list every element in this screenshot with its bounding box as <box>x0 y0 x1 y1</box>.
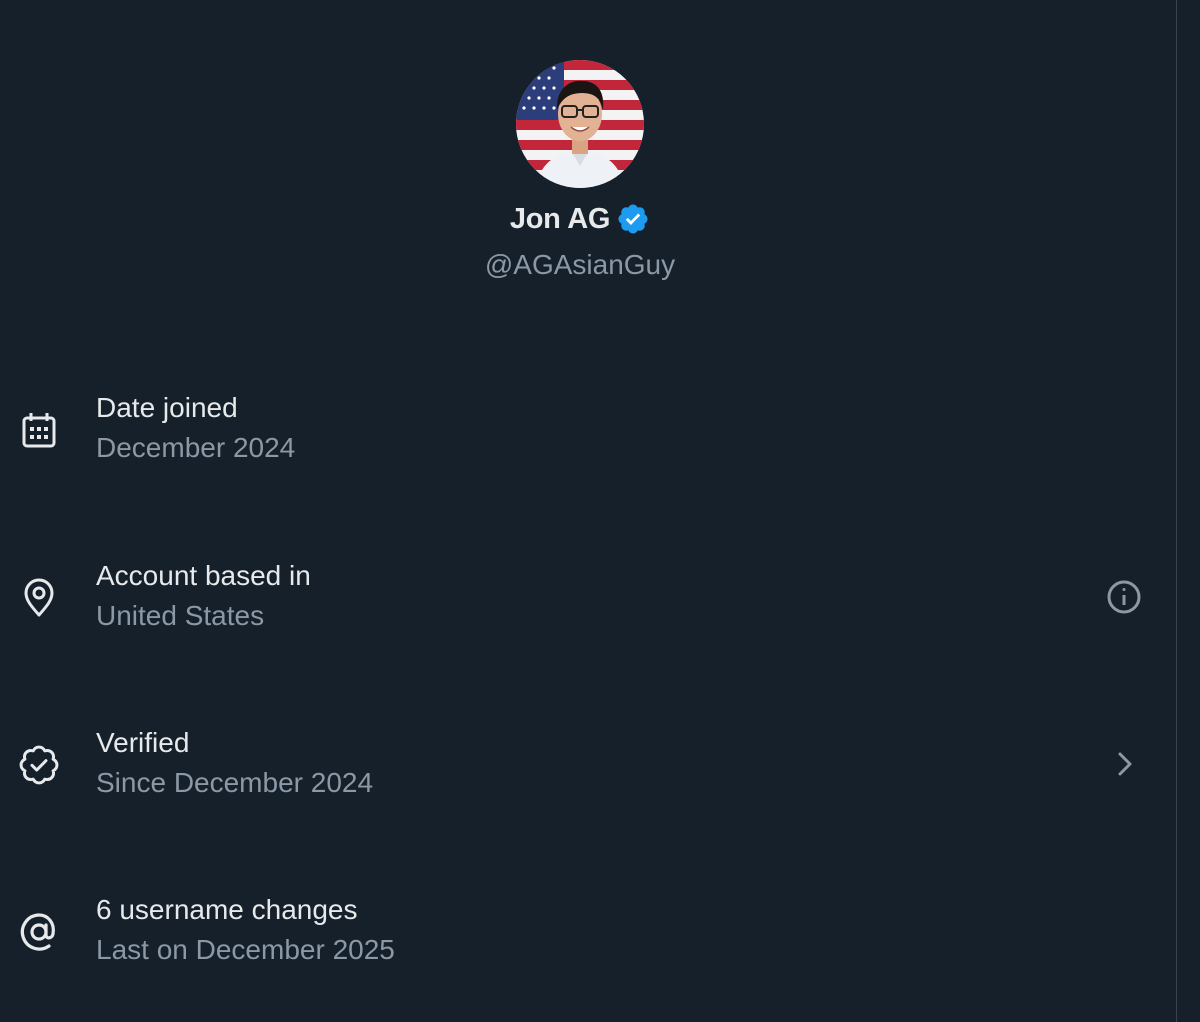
row-title: Verified <box>96 727 190 758</box>
profile-handle: @AGAsianGuy <box>484 249 676 280</box>
display-name: Jon AG <box>509 202 611 235</box>
row-subtitle: Last on December 2025 <box>96 934 395 965</box>
chevron-right-icon[interactable] <box>1104 744 1144 784</box>
about-account-panel: Jon AG @AGAsianGuy Date joined December … <box>0 0 1176 1022</box>
about-row-account-based-in: Account based in United States <box>0 543 1176 653</box>
row-subtitle: Since December 2024 <box>96 767 374 798</box>
calendar-icon <box>18 409 60 451</box>
row-title: Date joined <box>96 392 238 423</box>
about-row-verified[interactable]: Verified Since December 2024 <box>0 710 1176 820</box>
column-divider <box>1176 0 1177 1022</box>
row-subtitle: December 2024 <box>96 432 296 463</box>
profile-avatar[interactable] <box>516 60 644 188</box>
row-title: Account based in <box>96 560 311 591</box>
at-sign-icon <box>18 911 60 953</box>
row-title: 6 username changes <box>96 894 358 925</box>
verified-check-icon <box>18 744 60 786</box>
about-row-username-changes: 6 username changes Last on December 2025 <box>0 877 1176 987</box>
profile-name-row: Jon AG <box>0 202 1160 236</box>
location-pin-icon <box>18 577 60 619</box>
about-row-date-joined: Date joined December 2024 <box>0 375 1176 485</box>
row-subtitle: United States <box>96 600 265 631</box>
info-icon[interactable] <box>1104 577 1144 617</box>
verified-badge-icon <box>616 202 650 236</box>
